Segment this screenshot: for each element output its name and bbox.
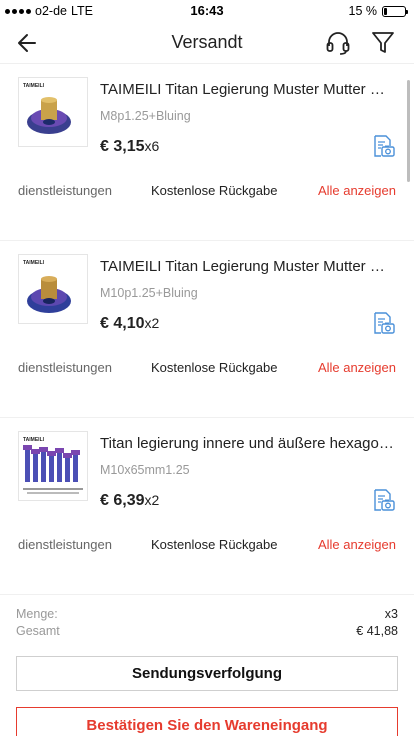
nav-header: Versandt [0,22,414,64]
total-row: Gesamt € 41,88 [16,624,398,638]
product-price: € 3,15x6 [100,138,159,156]
tracking-button[interactable]: Sendungsverfolgung [16,656,398,691]
product-variant: M8p1.25+Bluing [100,109,191,123]
filter-funnel-icon [372,32,394,53]
arrow-left-icon [18,34,36,52]
svg-text:TAIMEILI: TAIMEILI [23,83,45,89]
view-all-link[interactable]: Alle anzeigen [318,360,396,375]
photo-review-button[interactable] [371,488,395,512]
quantity-row: Menge: x3 [16,607,398,621]
photo-review-button[interactable] [371,311,395,335]
item-separator [0,582,414,594]
customer-service-button[interactable] [324,29,352,57]
price-quantity: x2 [144,315,160,331]
price-amount: € 6,39 [100,492,145,509]
order-item[interactable]: TAIMEILI TAIMEILI Titan Legierung Muster… [0,64,414,241]
document-camera-icon [371,135,395,162]
quantity-label: Menge: [16,607,58,621]
order-summary: Menge: x3 Gesamt € 41,88 [0,594,414,642]
svg-text:TAIMEILI: TAIMEILI [23,260,45,266]
filter-button[interactable] [370,29,396,57]
product-variant: M10x65mm1.25 [100,463,190,477]
price-quantity: x2 [144,492,160,508]
document-camera-icon [371,312,395,339]
service-label: dienstleistungen [18,360,112,375]
service-label: dienstleistungen [18,537,112,552]
product-title[interactable]: Titan legierung innere und äußere hexago… [100,435,396,452]
product-title[interactable]: TAIMEILI Titan Legierung Muster Mutter M… [100,81,396,98]
price-amount: € 4,10 [100,315,145,332]
service-label: dienstleistungen [18,183,112,198]
headset-icon [326,32,350,55]
confirm-receipt-button[interactable]: Bestätigen Sie den Wareneingang [16,707,398,736]
product-thumbnail[interactable]: TAIMEILI [18,77,88,147]
quantity-value: x3 [384,607,398,621]
product-thumbnail[interactable]: TAIMEILI [18,254,88,324]
price-amount: € 3,15 [100,138,145,155]
product-price: € 6,39x2 [100,492,159,510]
view-all-link[interactable]: Alle anzeigen [318,537,396,552]
photo-review-button[interactable] [371,134,395,158]
free-return-label: Kostenlose Rückgabe [151,537,278,552]
status-bar: o2-de LTE 16:43 15 % [0,0,414,22]
document-camera-icon [371,489,395,516]
order-item[interactable]: TAIMEILI TAIMEILI Titan Legierung Muster… [0,241,414,418]
total-label: Gesamt [16,624,60,638]
product-thumbnail[interactable]: TAIMEILI [18,431,88,501]
item-separator [0,228,414,240]
order-item[interactable]: TAIMEILI Titan legierung innere und äuße… [0,418,414,594]
free-return-label: Kostenlose Rückgabe [151,183,278,198]
order-items-list[interactable]: TAIMEILI TAIMEILI Titan Legierung Muster… [0,64,414,594]
product-price: € 4,10x2 [100,315,159,333]
battery-percent: 15 % [348,4,378,18]
back-button[interactable] [15,30,41,56]
product-variant: M10p1.25+Bluing [100,286,198,300]
price-quantity: x6 [144,138,160,154]
total-value: € 41,88 [356,624,398,638]
product-title[interactable]: TAIMEILI Titan Legierung Muster Mutter M… [100,258,396,275]
scrollbar[interactable] [407,80,410,182]
svg-text:TAIMEILI: TAIMEILI [23,437,45,443]
free-return-label: Kostenlose Rückgabe [151,360,278,375]
item-separator [0,405,414,417]
battery-icon [382,5,408,17]
view-all-link[interactable]: Alle anzeigen [318,183,396,198]
